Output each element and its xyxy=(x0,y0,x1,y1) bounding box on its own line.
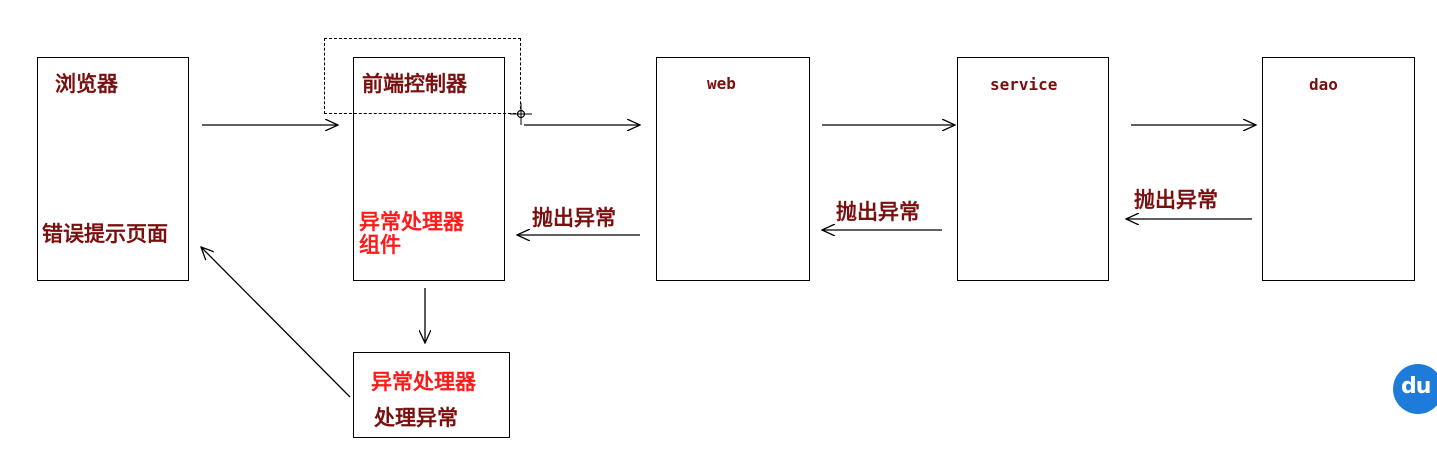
crosshair-cursor-icon xyxy=(510,103,532,125)
connector-layer xyxy=(0,103,1437,398)
arrow-handler-to-browser xyxy=(201,247,351,398)
du-watermark-logo: du xyxy=(1393,364,1437,414)
